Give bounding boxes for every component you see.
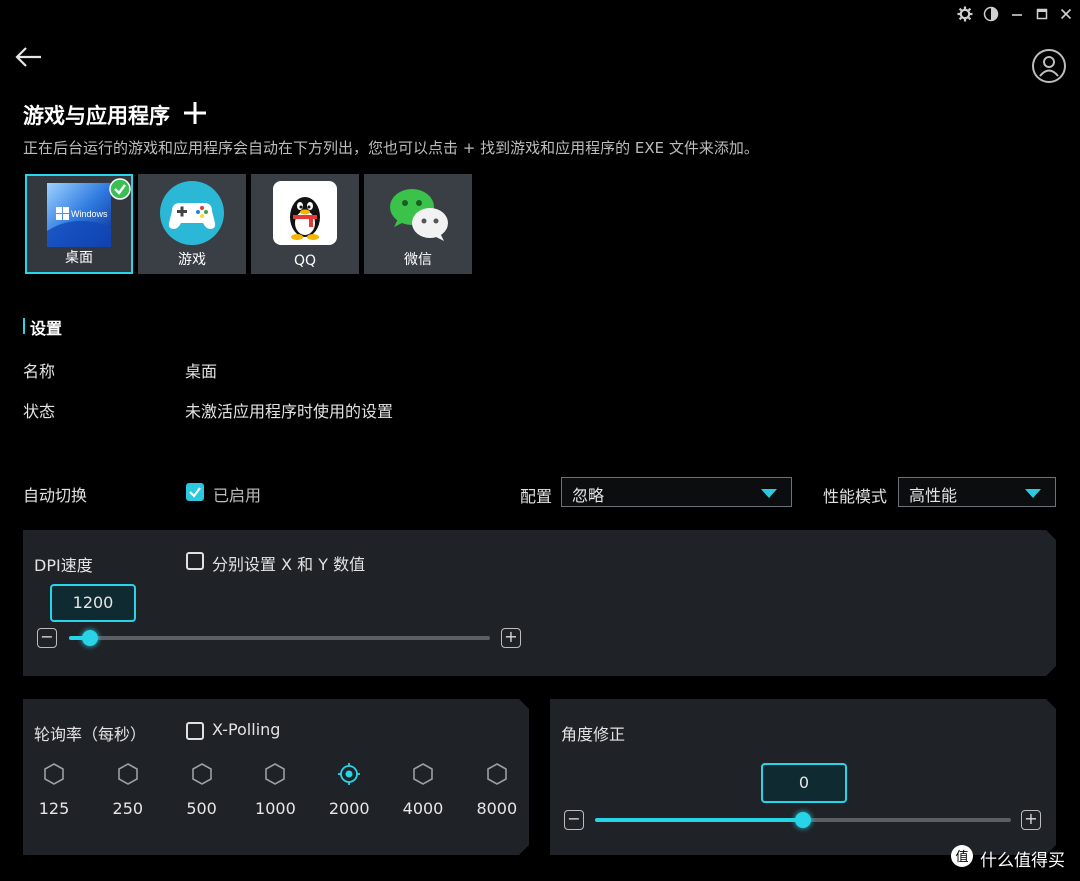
polling-rate-label: 1000 — [255, 799, 296, 818]
angle-panel: 角度修正 0 − + — [550, 699, 1056, 855]
polling-rate-label: 2000 — [328, 799, 370, 818]
watermark-text: 什么值得买 — [980, 851, 1065, 871]
dpi-panel: DPI速度 分别设置 X 和 Y 数值 1200 − + — [23, 530, 1056, 676]
dropdown-arrow-icon — [761, 489, 777, 498]
profile-dropdown-value: 忽略 — [572, 486, 605, 505]
add-app-button[interactable] — [180, 98, 210, 128]
windows-tile-text: Windows — [71, 209, 108, 219]
dpi-increase-button[interactable]: + — [501, 628, 521, 648]
polling-title: 轮询率（每秒） — [34, 725, 147, 744]
polling-rate-option[interactable]: 125 — [29, 763, 79, 818]
hexagon-icon — [486, 763, 508, 785]
page-subtitle: 正在后台运行的游戏和应用程序会自动在下方列出，您也可以点击 + 找到游戏和应用程… — [23, 139, 759, 157]
checkmark-icon — [189, 487, 201, 498]
name-value: 桌面 — [185, 362, 218, 381]
app-tile-game[interactable]: 游戏 — [138, 174, 246, 274]
polling-rate-label: 500 — [186, 799, 217, 818]
dpi-title: DPI速度 — [34, 556, 93, 575]
name-label: 名称 — [23, 362, 56, 381]
check-badge-icon — [109, 178, 131, 200]
angle-slider-knob[interactable] — [795, 812, 811, 828]
angle-title: 角度修正 — [561, 725, 626, 744]
polling-rate-label: 4000 — [402, 799, 444, 818]
windows-desktop-icon: Windows — [47, 183, 111, 247]
target-selected-icon — [338, 763, 360, 785]
app-label: 微信 — [404, 252, 432, 268]
polling-rate-option[interactable]: 4000 — [398, 763, 448, 818]
app-tile-qq[interactable]: QQ — [251, 174, 359, 274]
hexagon-icon — [412, 763, 434, 785]
dpi-slider-track[interactable] — [69, 636, 490, 640]
xpolling-checkbox[interactable] — [186, 722, 204, 740]
settings-section-title: 设置 — [30, 319, 63, 338]
hexagon-icon — [264, 763, 286, 785]
polling-rate-label: 250 — [112, 799, 144, 818]
back-arrow-icon[interactable] — [14, 42, 44, 72]
page-title: 游戏与应用程序 — [23, 104, 170, 128]
polling-rate-label: 8000 — [476, 799, 518, 818]
auto-switch-label: 自动切换 — [23, 486, 88, 505]
app-tile-wechat[interactable]: 微信 — [364, 174, 472, 274]
watermark-logo-icon: 值 — [950, 844, 974, 868]
qq-penguin-icon — [273, 181, 337, 245]
polling-rate-label: 125 — [38, 799, 70, 818]
maximize-icon[interactable] — [1033, 6, 1051, 24]
hexagon-icon — [43, 763, 65, 785]
close-icon[interactable] — [1057, 6, 1075, 24]
profile-dropdown[interactable]: 忽略 — [561, 477, 792, 507]
app-tile-desktop[interactable]: Windows 桌面 — [25, 174, 133, 274]
polling-rate-option[interactable]: 250 — [103, 763, 153, 818]
gamepad-icon — [160, 181, 224, 245]
theme-icon[interactable] — [982, 6, 1000, 24]
polling-rate-option[interactable]: 2000 — [324, 763, 374, 818]
status-value: 未激活应用程序时使用的设置 — [185, 402, 394, 421]
app-label: 桌面 — [65, 250, 93, 266]
separate-xy-label: 分别设置 X 和 Y 数值 — [212, 555, 366, 574]
perf-mode-dropdown[interactable]: 高性能 — [898, 477, 1056, 507]
gear-icon[interactable] — [956, 6, 974, 24]
hexagon-icon — [191, 763, 213, 785]
perf-mode-label: 性能模式 — [823, 487, 888, 506]
auto-switch-value: 已启用 — [213, 486, 262, 505]
hexagon-icon — [117, 763, 139, 785]
app-label: 游戏 — [178, 252, 206, 268]
angle-increase-button[interactable]: + — [1021, 810, 1041, 830]
angle-value-bubble: 0 — [761, 763, 847, 803]
app-label: QQ — [293, 253, 317, 269]
dropdown-arrow-icon — [1025, 489, 1041, 498]
angle-slider-fill — [595, 818, 803, 822]
polling-panel: 轮询率（每秒） X-Polling 125 250 500 1000 2000 4000 8… — [23, 699, 529, 855]
dpi-slider-knob[interactable] — [82, 630, 98, 646]
perf-mode-dropdown-value: 高性能 — [909, 486, 958, 505]
polling-rate-option[interactable]: 500 — [177, 763, 227, 818]
status-label: 状态 — [23, 402, 56, 421]
minimize-icon[interactable] — [1008, 6, 1026, 24]
separate-xy-checkbox[interactable] — [186, 552, 204, 570]
account-icon[interactable] — [1032, 49, 1066, 83]
angle-decrease-button[interactable]: − — [564, 810, 584, 830]
dpi-value-bubble: 1200 — [50, 584, 136, 622]
profile-label: 配置 — [520, 487, 553, 506]
section-accent-bar — [23, 318, 25, 334]
xpolling-label: X-Polling — [212, 720, 281, 739]
polling-rate-option[interactable]: 8000 — [472, 763, 522, 818]
auto-switch-checkbox[interactable] — [186, 483, 204, 501]
polling-rate-option[interactable]: 1000 — [250, 763, 300, 818]
wechat-icon — [386, 181, 450, 245]
dpi-decrease-button[interactable]: − — [37, 628, 57, 648]
svg-text:值: 值 — [955, 849, 968, 865]
